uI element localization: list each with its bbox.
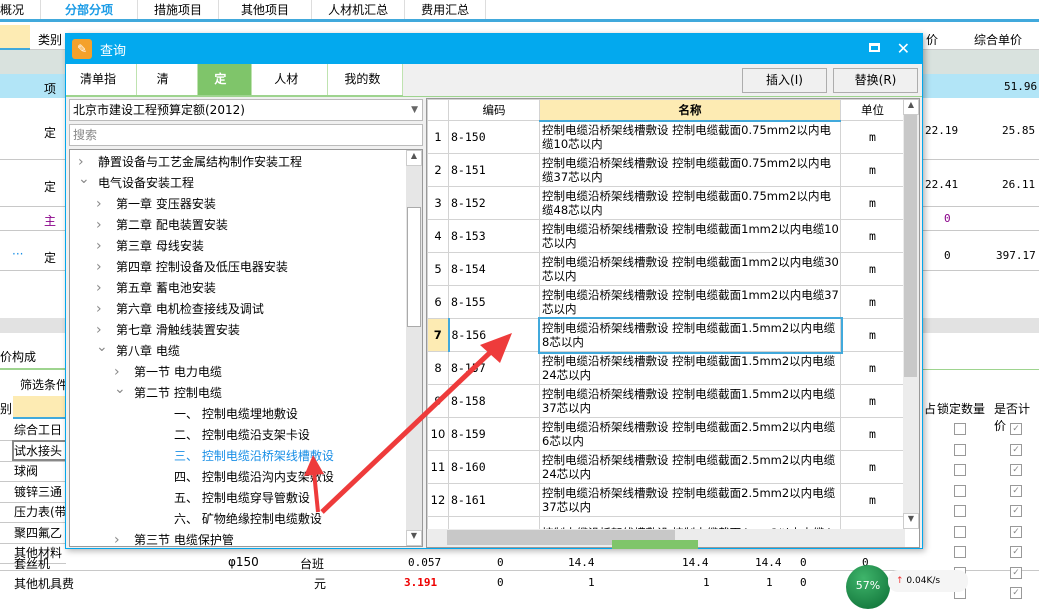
annotation-arrows — [304, 333, 512, 514]
arrow-to-row — [320, 343, 500, 514]
arrow-to-tree — [312, 471, 320, 513]
arrowhead — [304, 455, 324, 476]
